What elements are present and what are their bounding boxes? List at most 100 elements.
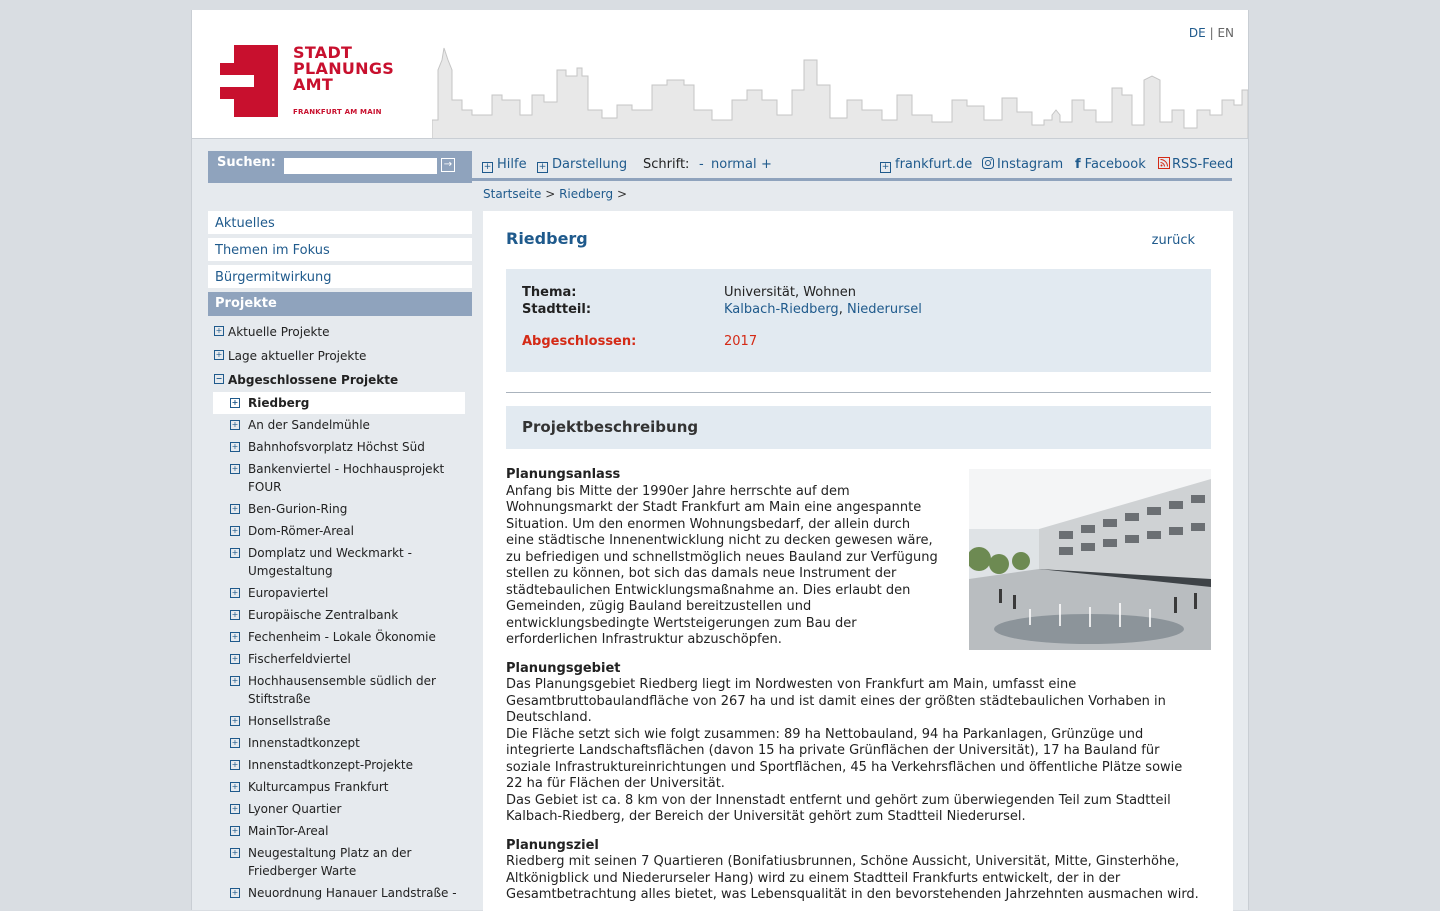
minus-box-icon: − [214, 374, 224, 384]
search-label: Suchen: [217, 155, 276, 170]
section-heading: Projektbeschreibung [506, 406, 1211, 449]
toolbar: + Hilfe + Darstellung Schrift: - normal + … [472, 151, 1233, 181]
logo-subtitle: FRANKFURT AM MAIN [293, 108, 382, 116]
stadtteil-link-niederursel[interactable]: Niederursel [847, 302, 922, 317]
plus-box-icon: + [230, 548, 240, 558]
leaf-item[interactable]: + Domplatz und Weckmarkt - Umgestaltung [213, 542, 465, 582]
rss-feed-link[interactable]: RSS-Feed [1158, 157, 1233, 172]
leaf-item[interactable]: + Neuordnung Hanauer Landstraße - [213, 882, 465, 904]
plus-box-icon: + [230, 442, 240, 452]
plus-box-icon: + [230, 504, 240, 514]
subnav-lage-projekte[interactable]: + Lage aktueller Projekte [208, 344, 472, 368]
facebook-icon: f [1075, 157, 1081, 172]
planungsgebiet-heading: Planungsgebiet [506, 660, 621, 676]
plus-box-icon: + [230, 398, 240, 408]
font-size-label: Schrift: [643, 157, 690, 172]
plus-box-icon: + [230, 588, 240, 598]
skyline-illustration [432, 47, 1248, 138]
leaf-item[interactable]: + Bahnhofsvorplatz Höchst Süd [213, 436, 465, 458]
header: STADT PLANUNGS AMT FRANKFURT AM MAIN DE … [192, 10, 1248, 139]
sidebar-subnav: + Aktuelle Projekte + Lage aktueller Proje… [208, 316, 472, 904]
leaf-item[interactable]: + Ben-Gurion-Ring [213, 498, 465, 520]
sidebar: Aktuelles Themen im Fokus Bürgermitwirku… [208, 211, 472, 904]
sidebar-item-projekte[interactable]: Projekte [208, 292, 472, 316]
planungsgebiet-text: Das Planungsgebiet Riedberg liegt im Nor… [506, 677, 1183, 824]
sidebar-item-aktuelles[interactable]: Aktuelles [208, 211, 472, 236]
lang-de-link[interactable]: DE [1189, 26, 1206, 40]
leaf-item[interactable]: + Innenstadtkonzept-Projekte [213, 754, 465, 776]
thema-value: Universität, Wohnen [724, 285, 856, 300]
page-container: STADT PLANUNGS AMT FRANKFURT AM MAIN DE … [191, 10, 1249, 911]
plus-box-icon: + [230, 848, 240, 858]
back-link[interactable]: zurück [1152, 233, 1195, 248]
frankfurt-de-link[interactable]: + frankfurt.de [880, 157, 972, 173]
stadtplanungsamt-logo-icon[interactable] [220, 45, 278, 117]
leaf-item[interactable]: + Bankenviertel - Hochhausprojekt FOUR [213, 458, 465, 498]
plus-box-icon: + [230, 676, 240, 686]
leaf-item[interactable]: + Kulturcampus Frankfurt [213, 776, 465, 798]
project-description: Planungsanlass Anfang bis Mitte der 1990… [506, 467, 1211, 904]
stadtteil-label: Stadtteil: [522, 302, 592, 317]
plus-box-icon: + [230, 738, 240, 748]
leaf-item[interactable]: + An der Sandelmühle [213, 414, 465, 436]
plus-box-icon: + [230, 526, 240, 536]
divider [506, 392, 1211, 393]
instagram-icon [982, 157, 994, 169]
search-input[interactable] [283, 157, 438, 175]
leaf-item[interactable]: + Europäische Zentralbank [213, 604, 465, 626]
font-increase-button[interactable]: + [761, 157, 772, 172]
leaf-item[interactable]: + Lyoner Quartier [213, 798, 465, 820]
plus-box-icon: + [230, 420, 240, 430]
leaf-item[interactable]: + Hochhausensemble südlich der Stiftstraß… [213, 670, 465, 710]
abgeschlossen-value: 2017 [724, 334, 758, 349]
leaf-item[interactable]: + Neugestaltung Platz an der Friedberger … [213, 842, 465, 882]
plus-box-icon: + [214, 350, 224, 360]
font-decrease-button[interactable]: - [699, 157, 704, 172]
leaf-item[interactable]: + Innenstadtkonzept [213, 732, 465, 754]
font-normal-button[interactable]: normal [711, 157, 757, 172]
instagram-link[interactable]: Instagram [982, 157, 1063, 172]
breadcrumb: Startseite > Riedberg > [483, 187, 627, 201]
leaf-item[interactable]: + Fischerfeldviertel [213, 648, 465, 670]
subnav-aktuelle-projekte[interactable]: + Aktuelle Projekte [208, 320, 472, 344]
planungsziel-heading: Planungsziel [506, 837, 599, 853]
search-bar: Suchen: → [208, 151, 472, 183]
plus-box-icon: + [537, 162, 548, 173]
plus-box-icon: + [230, 760, 240, 770]
help-link[interactable]: + Hilfe [482, 157, 527, 173]
rss-icon [1158, 157, 1170, 169]
abgeschlossen-label: Abgeschlossen: [522, 334, 637, 349]
language-switch: DE | EN [1189, 26, 1234, 40]
plus-box-icon: + [230, 888, 240, 898]
breadcrumb-home[interactable]: Startseite [483, 187, 541, 201]
main-content: Riedberg zurück Thema: Universität, Wohn… [483, 211, 1233, 911]
plus-box-icon: + [230, 782, 240, 792]
leaf-item[interactable]: + MainTor-Areal [213, 820, 465, 842]
planungsanlass-text: Anfang bis Mitte der 1990er Jahre herrsc… [506, 483, 938, 648]
subnav-abgeschlossene-projekte[interactable]: − Abgeschlossene Projekte [208, 368, 472, 392]
thema-label: Thema: [522, 285, 577, 300]
leaf-item[interactable]: + Honsellstraße [213, 710, 465, 732]
lang-separator: | [1209, 26, 1214, 40]
breadcrumb-separator: > [545, 187, 556, 201]
plus-box-icon: + [230, 632, 240, 642]
breadcrumb-current[interactable]: Riedberg [559, 187, 613, 201]
leaf-item[interactable]: + Fechenheim - Lokale Ökonomie [213, 626, 465, 648]
plus-box-icon: + [230, 716, 240, 726]
breadcrumb-separator: > [616, 187, 627, 201]
lang-en-link[interactable]: EN [1217, 26, 1234, 40]
stadtteil-link-kalbach[interactable]: Kalbach-Riedberg [724, 302, 839, 317]
search-submit-icon[interactable]: → [441, 158, 455, 172]
leaf-item[interactable]: + Europaviertel [213, 582, 465, 604]
stadtteil-value: Kalbach-Riedberg, Niederursel [724, 302, 922, 317]
plus-box-icon: + [230, 804, 240, 814]
leaf-item[interactable]: + Dom-Römer-Areal [213, 520, 465, 542]
sidebar-item-buergermitwirkung[interactable]: Bürgermitwirkung [208, 265, 472, 290]
sidebar-item-themen[interactable]: Themen im Fokus [208, 238, 472, 263]
plus-box-icon: + [230, 610, 240, 620]
display-link[interactable]: + Darstellung [537, 157, 627, 173]
plus-box-icon: + [230, 826, 240, 836]
plus-box-icon: + [230, 464, 240, 474]
facebook-link[interactable]: f Facebook [1075, 157, 1146, 172]
leaf-item[interactable]: + Riedberg [213, 392, 465, 414]
